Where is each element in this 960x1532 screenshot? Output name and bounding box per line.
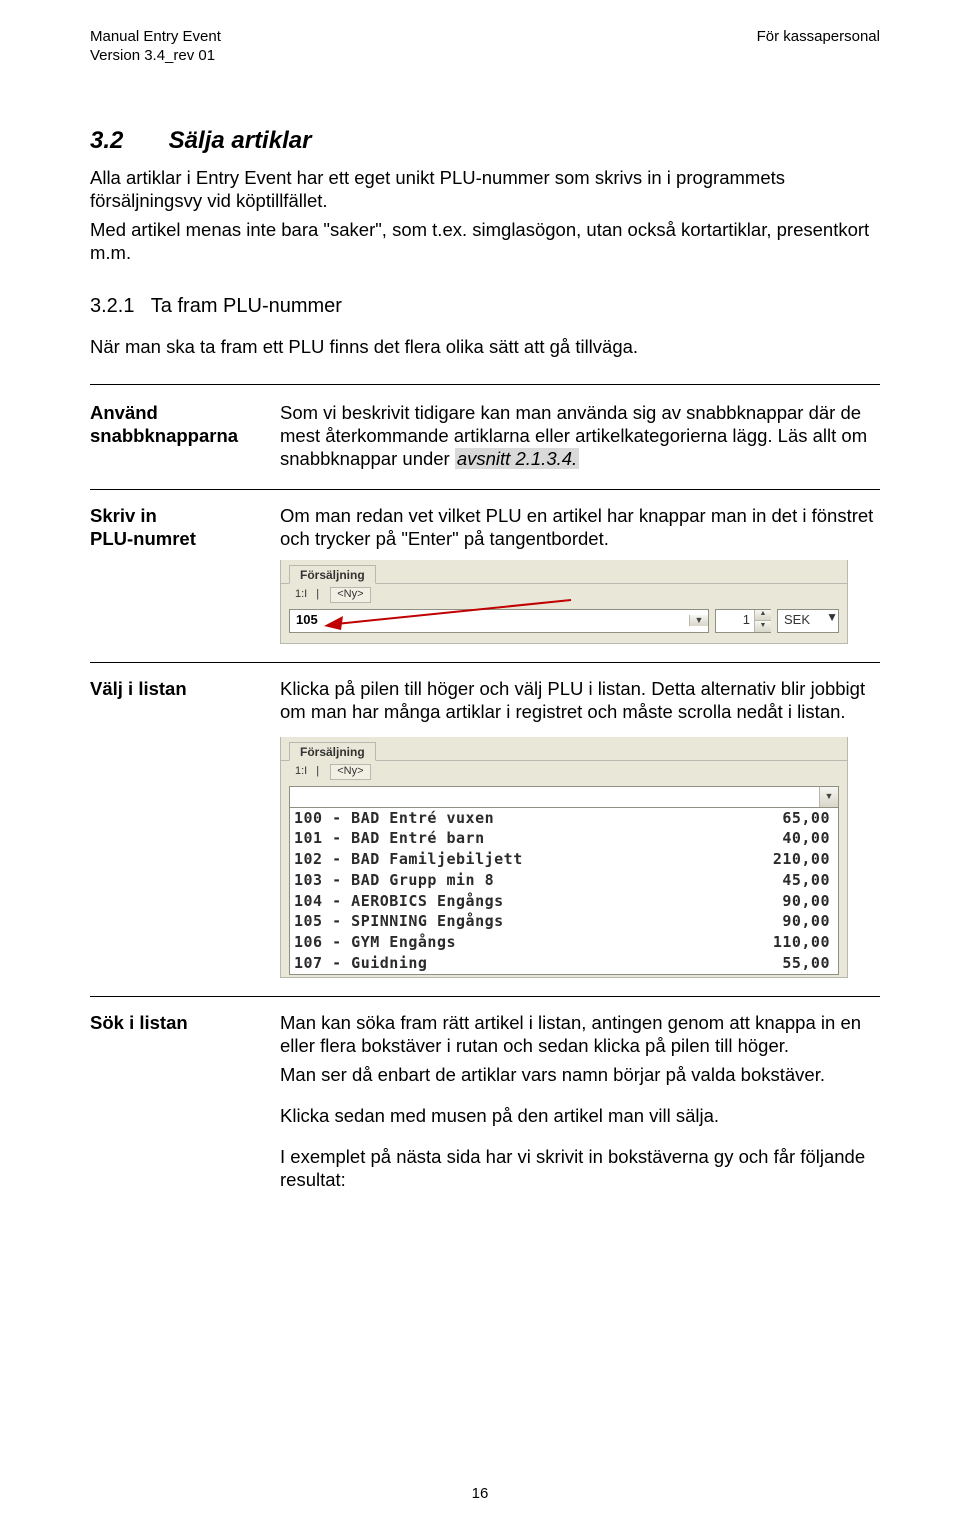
row-snabbknappar: Använd snabbknapparna Som vi beskrivit t… [90,401,880,470]
section-number: 3.2 [90,126,162,156]
section-paragraph-2: Med artikel menas inte bara "saker", som… [90,218,880,264]
row-text: Klicka sedan med musen på den artikel ma… [280,1104,880,1127]
list-item[interactable]: 107 - Guidning 55,00 [290,953,838,974]
subsection-paragraph: När man ska ta fram ett PLU finns det fl… [90,335,880,358]
tab-strip: Försäljning [281,560,847,584]
plu-combo[interactable]: ▼ [289,786,839,808]
status-prefix: 1:I [295,765,307,777]
row-label: Skriv in PLU-numret [90,504,260,550]
quantity-value[interactable]: 1 [716,610,754,632]
tab-forsaljning[interactable]: Försäljning [289,565,376,584]
screenshot-plu-entry: Försäljning 1:I | <Ny> 105 ▼ 1 ▲ ▼ [280,560,848,644]
section-title-text: Sälja artiklar [169,127,312,154]
row-valj-listan: Välj i listan Klicka på pilen till höger… [90,677,880,978]
chevron-up-icon[interactable]: ▲ [754,610,771,622]
quantity-stepper[interactable]: 1 ▲ ▼ [715,609,771,633]
row-content: Om man redan vet vilket PLU en artikel h… [280,504,880,644]
header-left: Manual Entry Event Version 3.4_rev 01 [90,28,221,66]
label-line: Skriv in [90,504,260,527]
tab-forsaljning[interactable]: Försäljning [289,742,376,761]
list-item[interactable]: 106 - GYM Engångs 110,00 [290,932,838,953]
status-line: 1:I | <Ny> [281,584,847,609]
divider [90,996,880,997]
currency-value: SEK [778,610,826,632]
label-line: Sök i listan [90,1011,260,1034]
list-item-name: 104 - AEROBICS Engångs [294,892,504,911]
row-sok-listan: Sök i listan Man kan söka fram rätt arti… [90,1011,880,1198]
new-indicator: <Ny> [330,587,370,603]
list-item-price: 90,00 [782,892,830,911]
chevron-down-icon[interactable]: ▼ [819,787,838,807]
row-content: Klicka på pilen till höger och välj PLU … [280,677,880,978]
chevron-down-icon[interactable]: ▼ [689,615,708,626]
row-text: Om man redan vet vilket PLU en artikel h… [280,504,880,550]
separator: | [316,765,319,777]
list-item-price: 55,00 [782,954,830,973]
page-header: Manual Entry Event Version 3.4_rev 01 Fö… [90,28,880,66]
list-item[interactable]: 101 - BAD Entré barn 40,00 [290,828,838,849]
manual-version: Version 3.4_rev 01 [90,47,221,66]
field-row: 105 ▼ 1 ▲ ▼ SEK ▼ [281,609,847,633]
label-line: Använd [90,401,260,424]
plu-input[interactable]: 105 [290,612,689,628]
list-item-price: 110,00 [773,933,830,952]
page-number: 16 [0,1485,960,1504]
list-item[interactable]: 103 - BAD Grupp min 8 45,00 [290,870,838,891]
chevron-down-icon[interactable]: ▼ [754,621,771,632]
list-item[interactable]: 105 - SPINNING Engångs 90,00 [290,911,838,932]
plu-input[interactable] [290,787,819,807]
chevron-down-icon[interactable]: ▼ [826,610,838,632]
currency-combo[interactable]: SEK ▼ [777,609,839,633]
label-line: PLU-numret [90,527,260,550]
separator: | [316,588,319,600]
list-item-name: 103 - BAD Grupp min 8 [294,871,494,890]
row-label: Använd snabbknapparna [90,401,260,447]
header-right: För kassapersonal [757,28,880,66]
subsection-heading: 3.2.1 Ta fram PLU-nummer [90,294,880,319]
label-line: snabbknapparna [90,424,260,447]
status-line: 1:I | <Ny> [281,761,847,786]
list-item-price: 40,00 [782,829,830,848]
list-item-name: 102 - BAD Familjebiljett [294,850,523,869]
row-text: Man ser då enbart de artiklar vars namn … [280,1063,880,1086]
row-label: Välj i listan [90,677,260,700]
list-item[interactable]: 100 - BAD Entré vuxen 65,00 [290,808,838,829]
row-text: I exemplet på nästa sida har vi skrivit … [280,1145,880,1191]
row-text: Man kan söka fram rätt artikel i listan,… [280,1011,880,1057]
list-item[interactable]: 104 - AEROBICS Engångs 90,00 [290,891,838,912]
manual-title: Manual Entry Event [90,28,221,47]
subsection-number: 3.2.1 [90,295,134,317]
row-skriv-plu: Skriv in PLU-numret Om man redan vet vil… [90,504,880,644]
list-item-price: 65,00 [782,809,830,828]
list-item-name: 105 - SPINNING Engångs [294,912,504,931]
list-item-name: 101 - BAD Entré barn [294,829,485,848]
list-item-price: 210,00 [773,850,830,869]
section-paragraph-1: Alla artiklar i Entry Event har ett eget… [90,166,880,212]
screenshot-plu-list: Försäljning 1:I | <Ny> ▼ 100 - BAD Entré… [280,737,848,978]
divider [90,489,880,490]
divider [90,384,880,385]
label-line: Välj i listan [90,677,260,700]
list-item-price: 45,00 [782,871,830,890]
list-item[interactable]: 102 - BAD Familjebiljett 210,00 [290,849,838,870]
highlight-ref: avsnitt 2.1.3.4. [455,448,579,469]
list-item-name: 106 - GYM Engångs [294,933,456,952]
row-content: Som vi beskrivit tidigare kan man använd… [280,401,880,470]
new-indicator: <Ny> [330,764,370,780]
list-item-name: 100 - BAD Entré vuxen [294,809,494,828]
list-item-name: 107 - Guidning [294,954,427,973]
row-content: Man kan söka fram rätt artikel i listan,… [280,1011,880,1198]
plu-combo[interactable]: 105 ▼ [289,609,709,633]
plu-listbox[interactable]: 100 - BAD Entré vuxen65,00101 - BAD Entr… [289,808,839,975]
row-text: Klicka på pilen till höger och välj PLU … [280,677,880,723]
divider [90,662,880,663]
subsection-title: Ta fram PLU-nummer [151,295,342,317]
section-heading: 3.2 Sälja artiklar [90,126,880,156]
tab-strip: Försäljning [281,737,847,761]
row-label: Sök i listan [90,1011,260,1034]
list-item-price: 90,00 [782,912,830,931]
status-prefix: 1:I [295,588,307,600]
audience: För kassapersonal [757,28,880,47]
